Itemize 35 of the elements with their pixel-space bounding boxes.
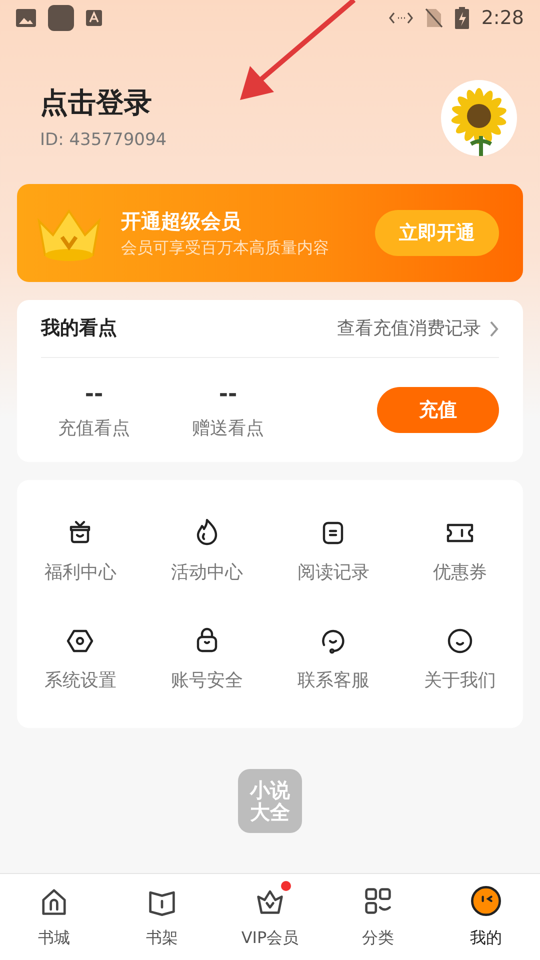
nav-tab[interactable]: 书架: [108, 874, 216, 960]
menu-item[interactable]: 福利中心: [17, 496, 144, 604]
points-value: --: [218, 381, 238, 409]
menu-item[interactable]: 活动中心: [144, 496, 270, 604]
nav-tab[interactable]: 我的: [432, 874, 540, 960]
points-label: 赠送看点: [192, 417, 264, 441]
points-title: 我的看点: [41, 316, 118, 342]
recharge-button[interactable]: 充值: [377, 387, 499, 433]
menu-item[interactable]: 联系客服: [270, 604, 396, 712]
avatar[interactable]: [441, 80, 517, 156]
menu-item[interactable]: 系统设置: [17, 604, 144, 712]
menu-item[interactable]: 账号安全: [144, 604, 270, 712]
battery-icon: [455, 7, 470, 29]
menu-item[interactable]: 阅读记录: [270, 496, 396, 604]
vip-title: 开通超级会员: [121, 208, 242, 235]
font-icon: [86, 10, 102, 26]
menu-item[interactable]: 优惠券: [396, 496, 523, 604]
history-link[interactable]: 查看充值消费记录: [337, 315, 499, 342]
login-prompt[interactable]: 点击登录: [40, 82, 441, 124]
user-id: ID: 435779094: [40, 129, 168, 152]
no-sim-icon: [425, 8, 444, 28]
points-value: --: [84, 381, 104, 409]
data-sync-icon: [389, 12, 414, 24]
status-time: 2:28: [481, 6, 524, 31]
nav-icon: [469, 884, 503, 918]
chevron-icon: [489, 320, 499, 338]
points-label: 充值看点: [58, 417, 130, 441]
vip-subtitle: 会员可享受百万本高质量内容: [121, 237, 330, 259]
nav-tab[interactable]: 分类: [324, 874, 432, 960]
nav-tab[interactable]: VIP会员: [216, 874, 324, 960]
app-logo: 小说 大全: [238, 768, 302, 832]
nav-tab[interactable]: 书城: [0, 874, 108, 960]
app-icon: [48, 5, 74, 31]
image-icon: [16, 9, 36, 27]
menu-item[interactable]: 关于我们: [396, 604, 523, 712]
